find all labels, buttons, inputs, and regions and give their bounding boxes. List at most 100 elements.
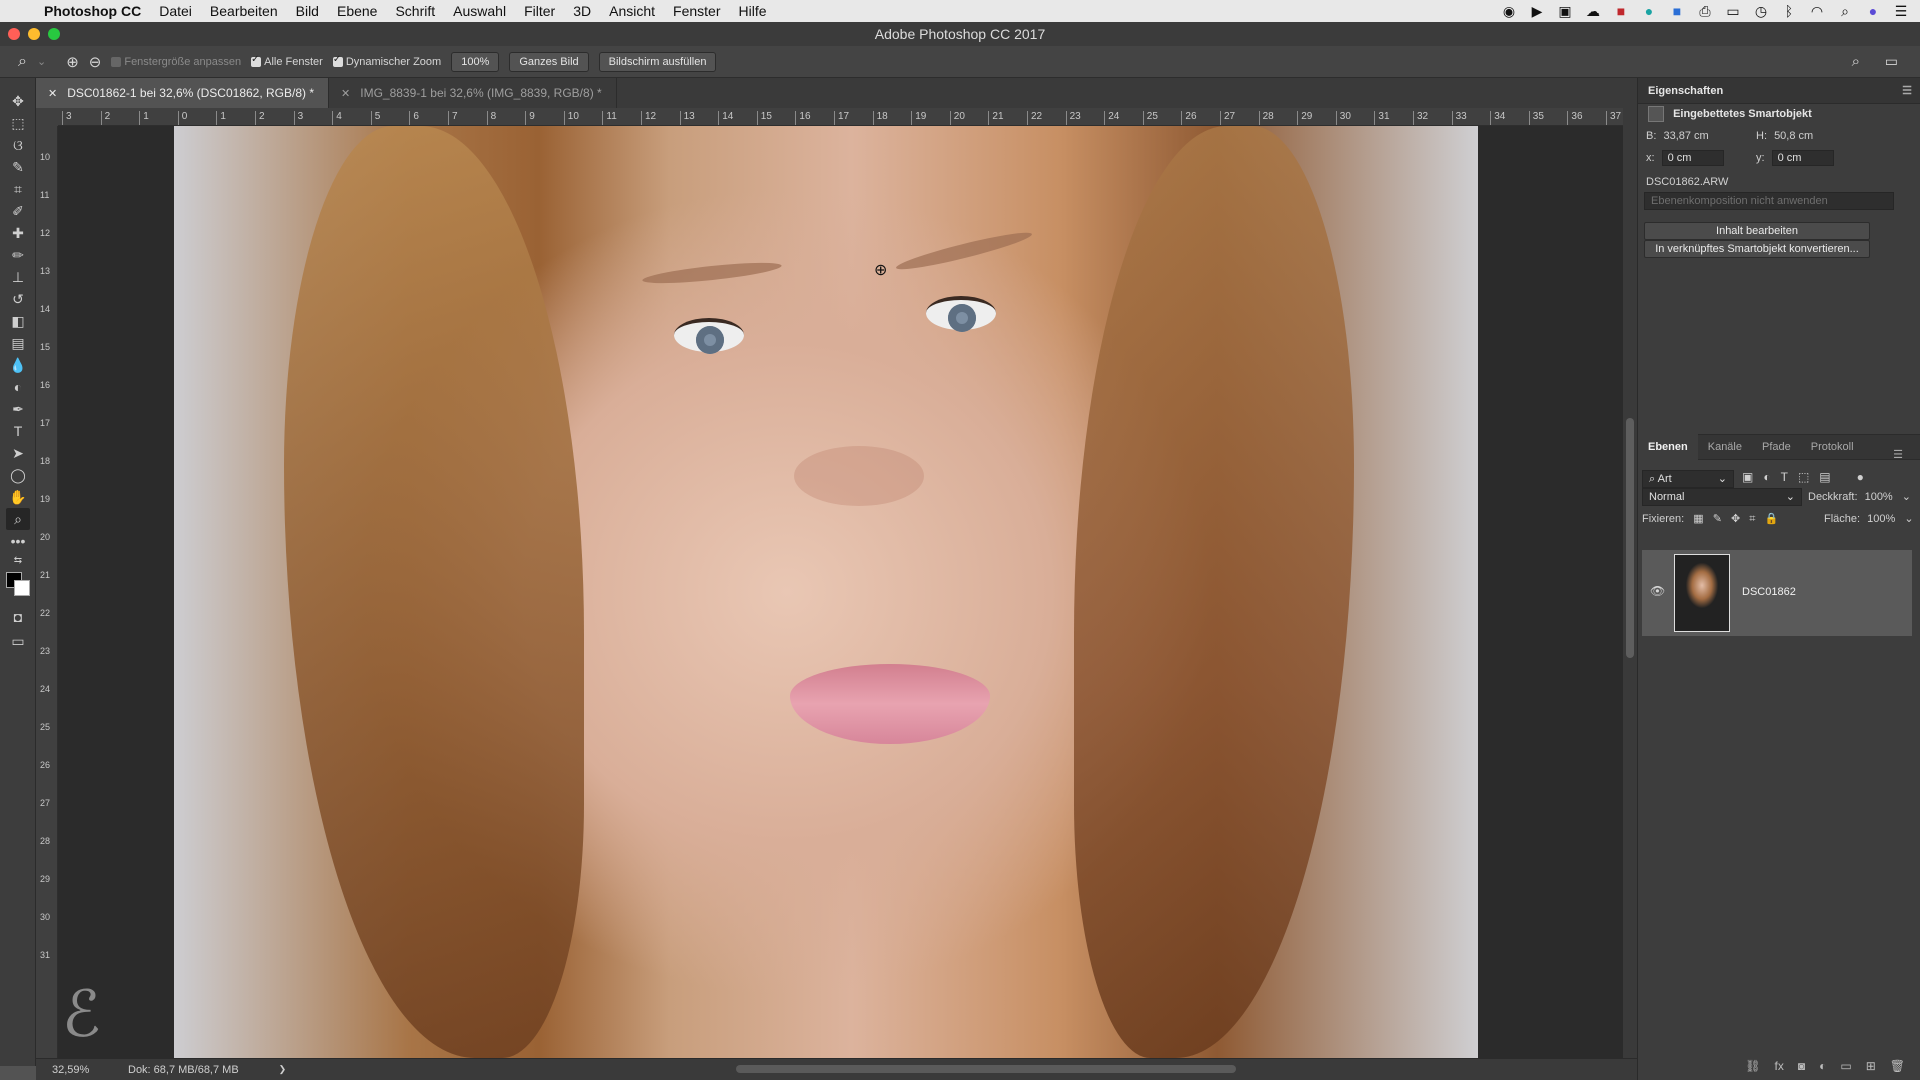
tab-ebenen[interactable]: Ebenen	[1638, 434, 1698, 460]
panel-menu-icon[interactable]: ☰	[1902, 84, 1912, 97]
convert-to-linked-button[interactable]: In verknüpftes Smartobjekt konvertieren.…	[1644, 240, 1870, 258]
siri-icon[interactable]: ●	[1866, 3, 1880, 19]
printer-icon[interactable]: ⎙	[1698, 3, 1712, 20]
menu-auswahl[interactable]: Auswahl	[453, 3, 506, 19]
marquee-tool-icon[interactable]: ⬚	[6, 112, 30, 134]
tab-protokoll[interactable]: Protokoll	[1801, 434, 1864, 460]
filter-shape-icon[interactable]: ⬚	[1798, 470, 1809, 484]
layer-row-dsc01862[interactable]: 👁 DSC01862	[1642, 550, 1912, 636]
close-tab-icon[interactable]: ✕	[48, 87, 57, 100]
close-window-button[interactable]	[8, 28, 20, 40]
opacity-chevron-icon[interactable]: ⌄	[1902, 491, 1911, 503]
menu-hilfe[interactable]: Hilfe	[739, 3, 767, 19]
history-brush-tool-icon[interactable]: ↺	[6, 288, 30, 310]
menu-bild[interactable]: Bild	[296, 3, 319, 19]
pen-tool-icon[interactable]: ✒	[6, 398, 30, 420]
close-tab-icon[interactable]: ✕	[341, 87, 350, 100]
tool-preset-chevron-icon[interactable]: ⌄	[37, 55, 46, 68]
layer-name[interactable]: DSC01862	[1742, 586, 1796, 598]
add-mask-icon[interactable]: ◙	[1798, 1059, 1805, 1073]
spotlight-search-icon[interactable]: ⌕	[1838, 3, 1852, 20]
move-tool-icon[interactable]: ✥	[6, 90, 30, 112]
clapper-icon[interactable]: ▶	[1530, 3, 1544, 20]
blend-mode-select[interactable]: Normal ⌄	[1642, 488, 1802, 506]
screen-mode-icon[interactable]: ▭	[6, 630, 30, 652]
height-value[interactable]: 50,8 cm	[1774, 130, 1813, 142]
zoom-100-button[interactable]: 100%	[451, 51, 500, 72]
fit-window-checkbox[interactable]: Fenstergröße anpassen	[111, 56, 241, 68]
tab-img8839[interactable]: ✕ IMG_8839-1 bei 32,6% (IMG_8839, RGB/8)…	[329, 78, 617, 108]
crop-tool-icon[interactable]: ⌗	[6, 178, 30, 200]
app-teal-icon[interactable]: ●	[1642, 3, 1656, 19]
shape-tool-icon[interactable]: ◯	[6, 464, 30, 486]
path-selection-tool-icon[interactable]: ➤	[6, 442, 30, 464]
zoom-tool-icon[interactable]: ⌕	[18, 53, 27, 71]
menu-3d[interactable]: 3D	[573, 3, 591, 19]
minimize-window-button[interactable]	[28, 28, 40, 40]
y-input[interactable]: 0 cm	[1771, 150, 1834, 166]
quick-selection-tool-icon[interactable]: ✎	[6, 156, 30, 178]
width-value[interactable]: 33,87 cm	[1663, 130, 1708, 142]
link-layers-icon[interactable]: ⛓	[1745, 1059, 1760, 1073]
filter-adjustment-icon[interactable]: ◐	[1763, 470, 1770, 484]
app-blue-icon[interactable]: ■	[1670, 3, 1684, 19]
layer-thumbnail[interactable]	[1674, 554, 1730, 632]
eraser-tool-icon[interactable]: ◧	[6, 310, 30, 332]
layers-menu-icon[interactable]: ☰	[1883, 442, 1913, 468]
filter-toggle-icon[interactable]: ●	[1857, 470, 1864, 484]
menu-fenster[interactable]: Fenster	[673, 3, 720, 19]
blur-tool-icon[interactable]: 💧	[6, 354, 30, 376]
layer-comp-select[interactable]: Ebenenkomposition nicht anwenden	[1644, 192, 1894, 210]
lock-all-icon[interactable]: 🔒	[1765, 513, 1779, 525]
vertical-ruler[interactable]: 9101112131415161718192021222324252627282…	[36, 126, 58, 1058]
edit-contents-button[interactable]: Inhalt bearbeiten	[1644, 222, 1870, 240]
menu-filter[interactable]: Filter	[524, 3, 555, 19]
lock-artboard-icon[interactable]: ⌗	[1749, 513, 1755, 525]
app-red-icon[interactable]: ■	[1614, 3, 1628, 19]
tab-pfade[interactable]: Pfade	[1752, 434, 1801, 460]
all-windows-checkbox[interactable]: Alle Fenster	[251, 54, 323, 68]
visibility-eye-icon[interactable]: 👁	[1650, 584, 1665, 598]
lock-position-icon[interactable]: ✥	[1731, 513, 1740, 525]
menu-app[interactable]: Photoshop CC	[44, 3, 141, 19]
creative-cloud-icon[interactable]: ☁	[1586, 3, 1600, 20]
new-adjustment-icon[interactable]: ◐	[1819, 1059, 1826, 1073]
delete-layer-icon[interactable]: 🗑	[1890, 1059, 1905, 1073]
background-color-swatch[interactable]	[14, 580, 30, 596]
dodge-tool-icon[interactable]: ◐	[6, 376, 30, 398]
quick-mask-icon[interactable]: ◘	[6, 606, 30, 628]
brush-tool-icon[interactable]: ✏	[6, 244, 30, 266]
bluetooth-icon[interactable]: ᛒ	[1782, 3, 1796, 19]
tab-dsc01862[interactable]: ✕ DSC01862-1 bei 32,6% (DSC01862, RGB/8)…	[36, 78, 330, 108]
x-input[interactable]: 0 cm	[1661, 150, 1724, 166]
lock-pixels-icon[interactable]: ✎	[1713, 513, 1722, 525]
menu-datei[interactable]: Datei	[159, 3, 192, 19]
type-tool-icon[interactable]: T	[6, 420, 30, 442]
record-icon[interactable]: ◉	[1502, 3, 1516, 20]
portrait-photo[interactable]: ⊕	[174, 126, 1478, 1058]
opacity-value[interactable]: 100%	[1865, 491, 1893, 503]
fill-value[interactable]: 100%	[1867, 513, 1895, 525]
wifi-icon[interactable]: ◠	[1810, 3, 1824, 20]
more-tools-icon[interactable]: •••	[6, 530, 30, 552]
display-icon[interactable]: ▣	[1558, 3, 1572, 20]
filter-smartobject-icon[interactable]: ▤	[1819, 470, 1830, 484]
notification-center-icon[interactable]: ☰	[1894, 3, 1908, 20]
horizontal-ruler[interactable]: 3 2 1 0 1 2 3 4 5 6 7 8 9 10 11 12 13 14 15 16 17 18 19 20 21 22 2…	[58, 108, 1623, 126]
zoom-out-icon[interactable]: ⊖	[89, 53, 102, 71]
time-machine-icon[interactable]: ◷	[1754, 3, 1768, 20]
tab-kanaele[interactable]: Kanäle	[1698, 434, 1752, 460]
healing-brush-tool-icon[interactable]: ✚	[6, 222, 30, 244]
filter-pixel-icon[interactable]: ▣	[1742, 470, 1753, 484]
zoom-tool-active-icon[interactable]: ⌕	[6, 508, 30, 530]
hand-tool-icon[interactable]: ✋	[6, 486, 30, 508]
fit-screen-button[interactable]: Ganzes Bild	[509, 51, 589, 72]
fill-screen-button[interactable]: Bildschirm ausfüllen	[598, 51, 717, 72]
layer-style-fx-icon[interactable]: fx	[1775, 1059, 1784, 1073]
zoom-in-icon[interactable]: ⊕	[66, 53, 79, 71]
menu-bearbeiten[interactable]: Bearbeiten	[210, 3, 278, 19]
horizontal-scrollbar[interactable]	[736, 1065, 1236, 1073]
maximize-window-button[interactable]	[48, 28, 60, 40]
vertical-scroll-thumb[interactable]	[1626, 418, 1634, 658]
menu-ebene[interactable]: Ebene	[337, 3, 377, 19]
